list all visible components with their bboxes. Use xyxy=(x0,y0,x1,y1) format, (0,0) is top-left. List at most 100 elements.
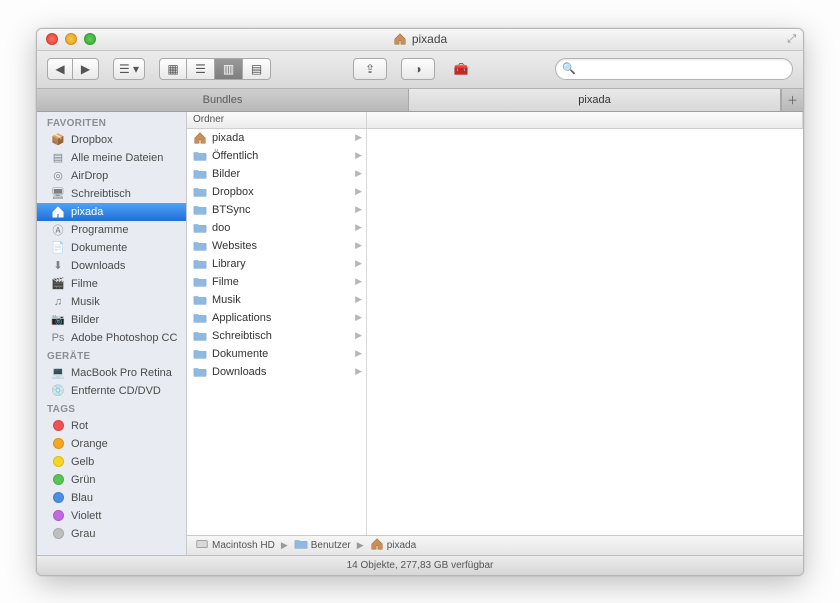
tag-dot-icon xyxy=(51,455,65,469)
folder-item[interactable]: BTSync▶ xyxy=(187,201,366,219)
chevron-right-icon: ▶ xyxy=(355,150,362,161)
folder-item[interactable]: Schreibtisch▶ xyxy=(187,327,366,345)
column-header: Ordner xyxy=(187,112,803,129)
share-button[interactable]: ⇪ xyxy=(353,58,387,80)
sidebar-item-label: Bilder xyxy=(71,314,99,326)
zoom-button[interactable] xyxy=(84,33,96,45)
sidebar-item-label: MacBook Pro Retina xyxy=(71,367,172,379)
sidebar-item[interactable]: Grün xyxy=(37,471,186,489)
folder-item[interactable]: Öffentlich ▶ xyxy=(187,147,366,165)
path-label: pixada xyxy=(387,540,416,551)
view-mode-group: ▦ ☰ ▥ ▤ xyxy=(159,58,271,80)
home-icon xyxy=(193,131,207,145)
sidebar-item[interactable]: 📄 Dokumente xyxy=(37,239,186,257)
view-list-button[interactable]: ☰ xyxy=(187,58,215,80)
folder-name: Öffentlich xyxy=(212,150,258,162)
sidebar-item-label: Programme xyxy=(71,224,128,236)
fullscreen-icon[interactable]: ⤢ xyxy=(787,33,796,46)
sidebar-item[interactable]: 💻MacBook Pro Retina xyxy=(37,364,186,382)
sidebar-item[interactable]: 💿Entfernte CD/DVD xyxy=(37,382,186,400)
arrange-button[interactable]: ☰ ▾ xyxy=(113,58,145,80)
tab-bundles[interactable]: Bundles xyxy=(37,89,409,111)
column-header-label[interactable]: Ordner xyxy=(187,112,367,128)
folder-item[interactable]: Applications▶ xyxy=(187,309,366,327)
edit-tags-button[interactable]: ◑ xyxy=(401,58,435,80)
sidebar-item[interactable]: Grau xyxy=(37,525,186,543)
folder-name: Filme xyxy=(212,276,239,288)
sidebar-item-label: pixada xyxy=(71,206,103,218)
sidebar-item[interactable]: ♫Musik xyxy=(37,293,186,311)
tab-pixada[interactable]: pixada xyxy=(409,89,781,111)
toolbar-app-icon[interactable]: 🧰 xyxy=(449,58,473,80)
window-title-text: pixada xyxy=(412,32,447,46)
folder-item[interactable]: pixada▶ xyxy=(187,129,366,147)
desktop-icon: 🖥 xyxy=(51,187,65,201)
chevron-right-icon: ▶ xyxy=(355,276,362,287)
sidebar-item[interactable]: PsAdobe Photoshop CC xyxy=(37,329,186,347)
sidebar-item-label: Filme xyxy=(71,278,98,290)
folder-column: pixada▶ Öffentlich ▶ Bilder▶Dropbox▶BTSync▶… xyxy=(187,129,367,535)
minimize-button[interactable] xyxy=(65,33,77,45)
sidebar-item[interactable]: Ⓐ Programme xyxy=(37,221,186,239)
back-button[interactable]: ◀ xyxy=(47,58,73,80)
folder-item[interactable]: Downloads▶ xyxy=(187,363,366,381)
path-segment[interactable]: pixada xyxy=(370,537,416,554)
search-icon: 🔍 xyxy=(562,62,576,75)
chevron-right-icon: ▶ xyxy=(355,186,362,197)
downloads-icon: ⬇ xyxy=(51,259,65,273)
folder-item[interactable]: Musik▶ xyxy=(187,291,366,309)
path-label: Benutzer xyxy=(311,540,351,551)
tag-dot-icon xyxy=(51,473,65,487)
path-segment[interactable]: Macintosh HD xyxy=(195,537,275,554)
chevron-right-icon: ▶ xyxy=(355,330,362,341)
view-icons-button[interactable]: ▦ xyxy=(159,58,187,80)
folder-icon xyxy=(193,185,207,199)
columns: pixada▶ Öffentlich ▶ Bilder▶Dropbox▶BTSync▶… xyxy=(187,129,803,535)
sidebar-item[interactable]: Blau xyxy=(37,489,186,507)
sidebar-item[interactable]: ◎AirDrop xyxy=(37,167,186,185)
hdd-icon xyxy=(195,537,209,554)
sidebar-item[interactable]: pixada xyxy=(37,203,186,221)
sidebar-item-label: Grün xyxy=(71,474,95,486)
folder-item[interactable]: Filme ▶ xyxy=(187,273,366,291)
folder-item[interactable]: Library▶ xyxy=(187,255,366,273)
docs-icon: 📄 xyxy=(51,241,65,255)
sidebar-item-label: Adobe Photoshop CC xyxy=(71,332,177,344)
folder-icon xyxy=(193,257,207,271)
status-text: 14 Objekte, 277,83 GB verfügbar xyxy=(347,560,494,571)
folder-item[interactable]: Websites▶ xyxy=(187,237,366,255)
sidebar-item[interactable]: Violett xyxy=(37,507,186,525)
folder-icon xyxy=(193,149,207,163)
sidebar-item[interactable]: Gelb xyxy=(37,453,186,471)
finder-window: pixada ⤢ ◀ ▶ ☰ ▾ ▦ ☰ ▥ ▤ ⇪ ◑ 🧰 🔍 xyxy=(36,28,804,576)
sidebar-item[interactable]: ▤Alle meine Dateien xyxy=(37,149,186,167)
folder-item[interactable]: doo▶ xyxy=(187,219,366,237)
path-segment[interactable]: Benutzer xyxy=(294,537,351,554)
pictures-icon: 📷 xyxy=(51,313,65,327)
home-icon xyxy=(370,537,384,554)
view-columns-button[interactable]: ▥ xyxy=(215,58,243,80)
tag-dot-icon xyxy=(51,509,65,523)
folder-item[interactable]: Dokumente▶ xyxy=(187,345,366,363)
folder-item[interactable]: Dropbox▶ xyxy=(187,183,366,201)
sidebar-item[interactable]: Orange xyxy=(37,435,186,453)
folder-name: Applications xyxy=(212,312,271,324)
folder-item[interactable]: Bilder▶ xyxy=(187,165,366,183)
folder-name: Downloads xyxy=(212,366,266,378)
sidebar-item[interactable]: 🖥Schreibtisch xyxy=(37,185,186,203)
apps-icon: Ⓐ xyxy=(51,223,65,237)
close-button[interactable] xyxy=(46,33,58,45)
sidebar-item[interactable]: Rot xyxy=(37,417,186,435)
sidebar-item-label: Downloads xyxy=(71,260,125,272)
sidebar-item-label: Dokumente xyxy=(71,242,127,254)
sidebar-item[interactable]: 📦Dropbox xyxy=(37,131,186,149)
sidebar-item[interactable]: 📷 Bilder xyxy=(37,311,186,329)
sidebar-item[interactable]: ⬇ Downloads xyxy=(37,257,186,275)
tags-group: ◑ xyxy=(401,58,435,80)
folder-icon xyxy=(193,275,207,289)
forward-button[interactable]: ▶ xyxy=(73,58,99,80)
search-input[interactable] xyxy=(555,58,793,80)
view-coverflow-button[interactable]: ▤ xyxy=(243,58,271,80)
new-tab-button[interactable]: ＋ xyxy=(781,89,803,111)
sidebar-item[interactable]: 🎬Filme xyxy=(37,275,186,293)
